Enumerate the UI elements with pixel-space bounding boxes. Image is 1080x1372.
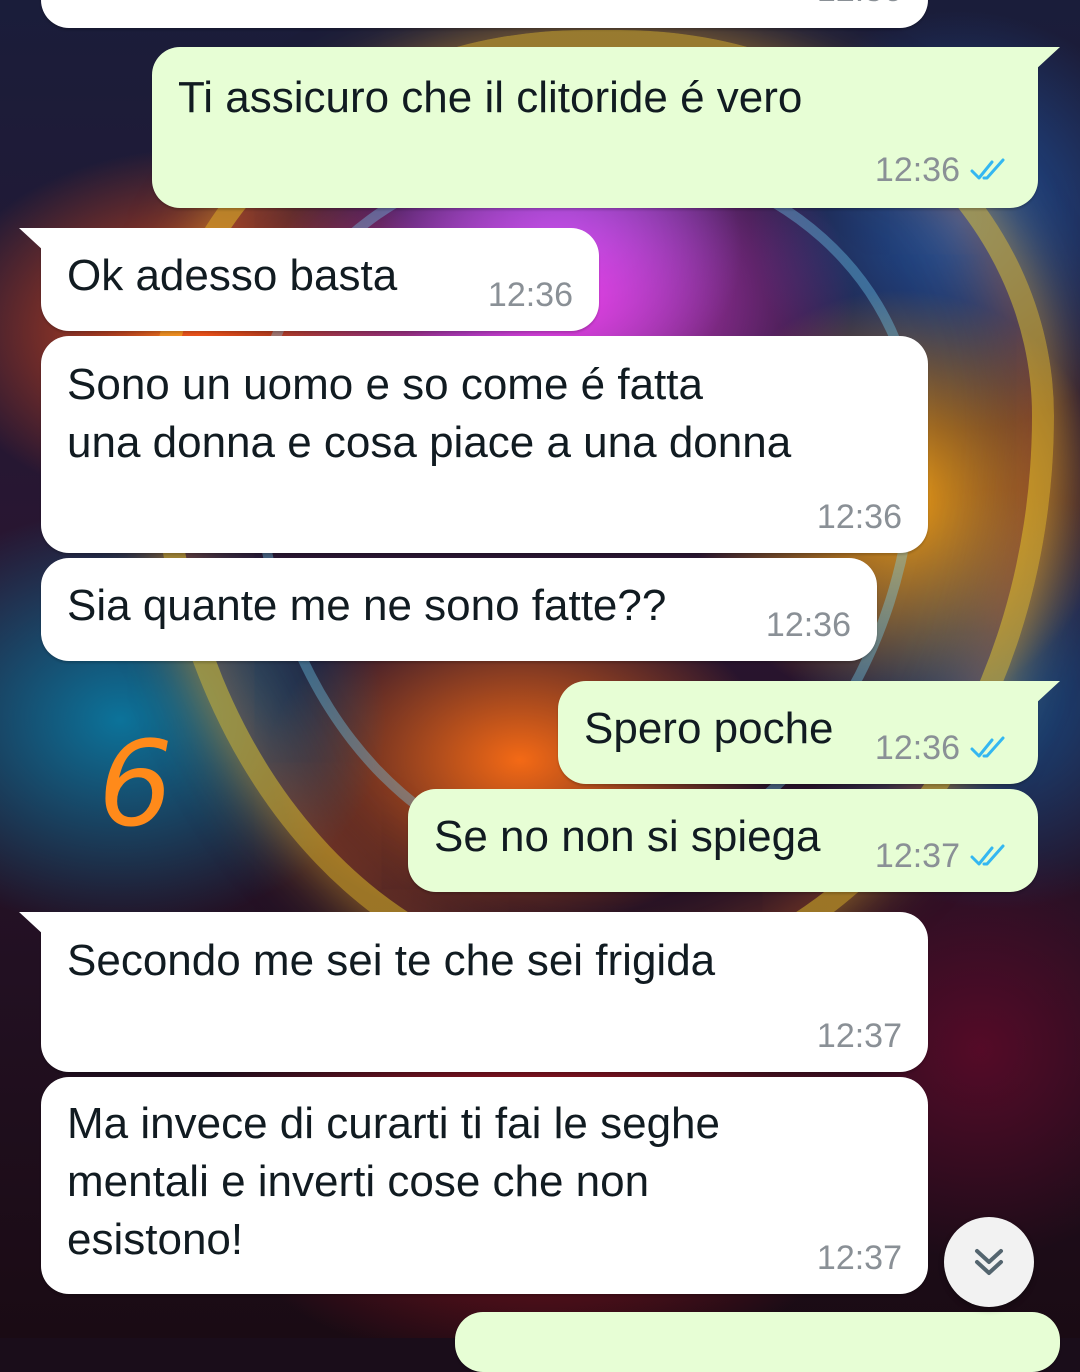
scroll-to-bottom-button[interactable]	[944, 1217, 1034, 1307]
message-time: 12:36	[487, 276, 573, 314]
message-time: 12:36	[817, 0, 902, 10]
message-time: 12:36	[765, 606, 851, 644]
double-check-icon	[970, 844, 1005, 866]
message-time: 12:37	[874, 837, 960, 875]
message-bubble-incoming[interactable]: Ma invece di curarti ti fai le seghe men…	[41, 1077, 928, 1294]
message-text: Ok adesso basta	[67, 251, 398, 300]
message-bubble-outgoing[interactable]: Se no non si spiega 12:37	[408, 789, 1038, 892]
double-check-icon	[970, 736, 1005, 758]
handwritten-annotation: 6	[98, 715, 174, 853]
message-time: 12:37	[816, 1017, 902, 1055]
message-bubble-incoming[interactable]: Sono un uomo e so come é fatta una donna…	[41, 336, 928, 553]
message-bubble-incoming[interactable]: Ok adesso basta 12:36	[19, 228, 599, 331]
message-text: Spero poche	[584, 704, 834, 753]
message-text: Sia quante me ne sono fatte??	[67, 581, 667, 630]
message-time: 12:37	[816, 1239, 902, 1277]
message-bubble-incoming[interactable]: Sia quante me ne sono fatte?? 12:36	[41, 558, 877, 661]
message-text: Se no non si spiega	[434, 812, 821, 861]
message-text: Sono un uomo e so come é fatta una donna…	[67, 360, 792, 467]
message-time: 12:36	[874, 151, 960, 189]
message-bubble-incoming[interactable]: Secondo me sei te che sei frigida 12:37	[19, 912, 928, 1072]
message-text: Secondo me sei te che sei frigida	[67, 936, 716, 985]
partial-message-bubble-top[interactable]: 12:36	[41, 0, 928, 28]
message-text: Ti assicuro che il clitoride é vero	[178, 73, 803, 122]
double-check-icon	[970, 158, 1005, 180]
message-time: 12:36	[816, 498, 902, 536]
message-bubble-outgoing[interactable]: Ti assicuro che il clitoride é vero 12:3…	[152, 47, 1060, 208]
double-chevron-down-icon	[975, 1249, 1003, 1275]
message-time: 12:36	[874, 729, 960, 767]
partial-message-bubble-bottom[interactable]	[455, 1312, 1060, 1372]
message-bubble-outgoing[interactable]: Spero poche 12:36	[558, 681, 1060, 784]
message-text: Ma invece di curarti ti fai le seghe men…	[67, 1099, 720, 1264]
